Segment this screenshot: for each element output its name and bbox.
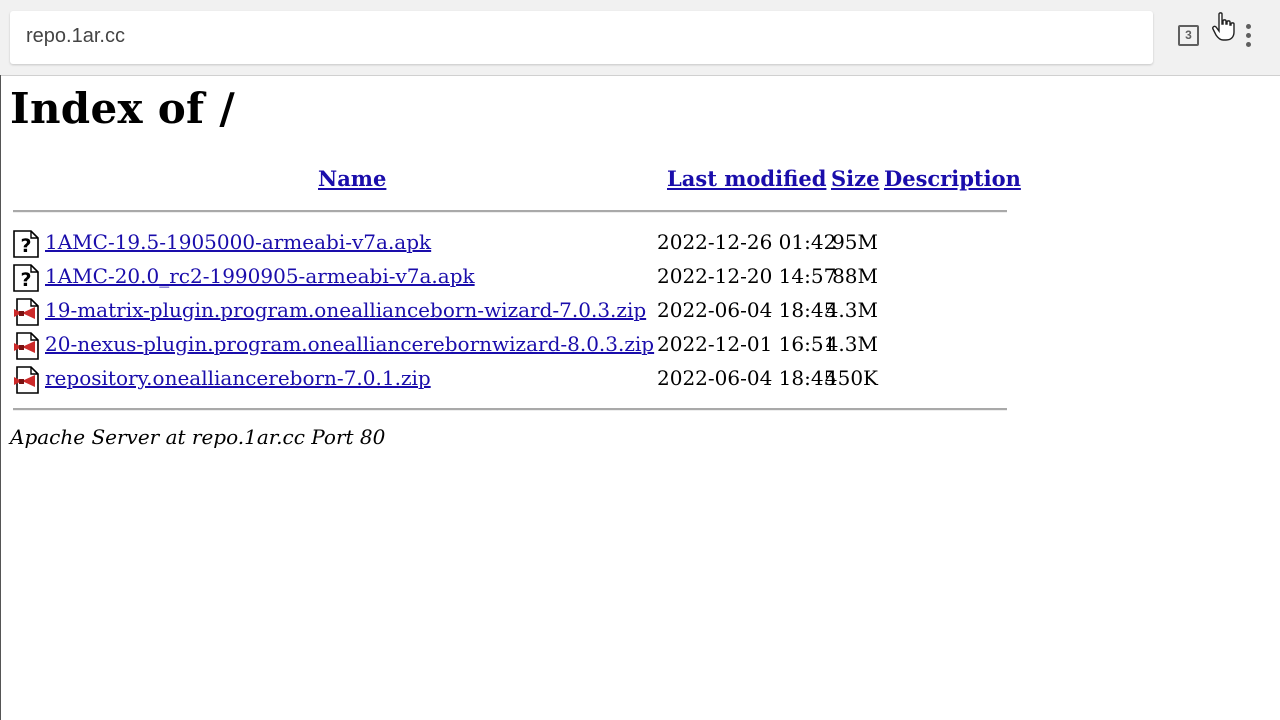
file-size: 4.3M	[825, 298, 878, 322]
column-header-size[interactable]: Size	[831, 166, 879, 191]
column-header-name[interactable]: Name	[318, 166, 386, 191]
table-row: 20-nexus-plugin.program.onealliancerebor…	[13, 328, 1013, 362]
file-link[interactable]: 19-matrix-plugin.program.oneallianceborn…	[45, 298, 646, 322]
tab-switcher-button[interactable]: 3	[1178, 25, 1199, 46]
table-row: repository.onealliancereborn-7.0.1.zip 2…	[13, 362, 1013, 396]
unknown-file-icon: ?	[13, 264, 39, 292]
footer-divider	[13, 408, 1007, 411]
file-size: 450K	[824, 366, 878, 390]
page-title: Index of /	[10, 84, 235, 133]
file-modified: 2022-12-01 16:51	[657, 332, 837, 356]
tab-count: 3	[1185, 28, 1192, 42]
file-size: 95M	[832, 230, 878, 254]
page-left-border	[0, 75, 1, 720]
file-modified: 2022-12-26 01:42	[657, 230, 837, 254]
compressed-file-icon	[14, 298, 39, 326]
column-header-last-modified[interactable]: Last modified	[667, 166, 826, 191]
address-bar[interactable]: repo.1ar.cc	[10, 11, 1153, 64]
hand-cursor-icon	[1212, 12, 1235, 41]
file-modified: 2022-06-04 18:45	[657, 298, 837, 322]
unknown-file-icon: ?	[13, 230, 39, 258]
table-row: ? 1AMC-19.5-1905000-armeabi-v7a.apk 2022…	[13, 226, 1013, 260]
server-signature: Apache Server at repo.1ar.cc Port 80	[10, 425, 386, 449]
file-link[interactable]: 1AMC-19.5-1905000-armeabi-v7a.apk	[45, 230, 431, 254]
browser-toolbar: repo.1ar.cc 3	[0, 0, 1280, 76]
url-text[interactable]: repo.1ar.cc	[26, 25, 125, 48]
file-modified: 2022-12-20 14:57	[657, 264, 837, 288]
file-size: 88M	[832, 264, 878, 288]
file-size: 4.3M	[825, 332, 878, 356]
compressed-file-icon	[14, 332, 39, 360]
file-link[interactable]: repository.onealliancereborn-7.0.1.zip	[45, 366, 431, 390]
more-menu-icon[interactable]	[1243, 24, 1253, 50]
file-modified: 2022-06-04 18:45	[657, 366, 837, 390]
header-divider	[13, 210, 1007, 213]
file-link[interactable]: 20-nexus-plugin.program.onealliancerebor…	[45, 332, 654, 356]
table-row: 19-matrix-plugin.program.oneallianceborn…	[13, 294, 1013, 328]
file-link[interactable]: 1AMC-20.0_rc2-1990905-armeabi-v7a.apk	[45, 264, 475, 288]
svg-text:?: ?	[20, 235, 31, 257]
svg-text:?: ?	[20, 269, 31, 291]
table-row: ? 1AMC-20.0_rc2-1990905-armeabi-v7a.apk …	[13, 260, 1013, 294]
compressed-file-icon	[14, 366, 39, 394]
column-header-description[interactable]: Description	[884, 166, 1021, 191]
